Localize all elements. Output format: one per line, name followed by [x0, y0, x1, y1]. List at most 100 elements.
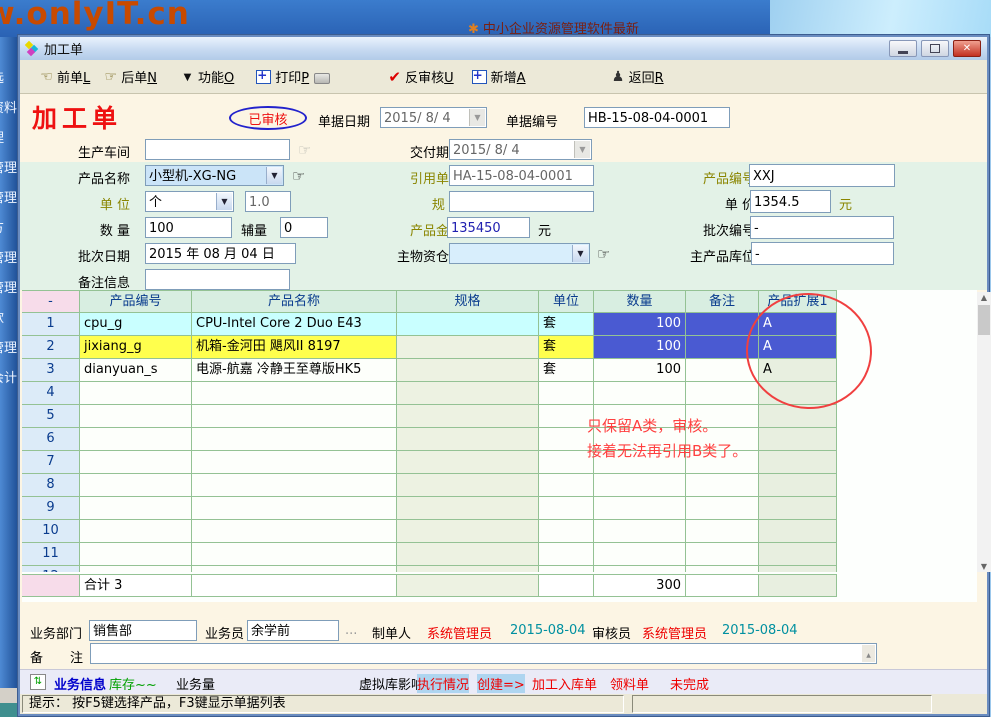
- chevron-down-icon[interactable]: ▼: [574, 141, 590, 158]
- cell-unit[interactable]: [539, 474, 594, 497]
- cell-qty[interactable]: [594, 520, 686, 543]
- cell-note[interactable]: [686, 520, 759, 543]
- spec-input[interactable]: [449, 191, 594, 212]
- cell-code[interactable]: dianyuan_s: [80, 359, 192, 382]
- cell-name[interactable]: [192, 520, 397, 543]
- cell-name[interactable]: [192, 382, 397, 405]
- print-button[interactable]: 打印P: [256, 67, 330, 86]
- return-button[interactable]: 返回R: [612, 67, 664, 86]
- add-button[interactable]: 新增A: [472, 67, 526, 86]
- cell-name[interactable]: [192, 428, 397, 451]
- scroll-down-icon[interactable]: ▼: [977, 562, 991, 571]
- cell-code[interactable]: [80, 451, 192, 474]
- cell-spec[interactable]: [397, 405, 539, 428]
- cell-unit[interactable]: [539, 566, 594, 572]
- table-row[interactable]: 3dianyuan_s电源-航嘉 冷静王至尊版HK5套100A: [22, 359, 838, 382]
- cell-ext[interactable]: [759, 474, 837, 497]
- table-row[interactable]: 12: [22, 566, 838, 572]
- dept-input[interactable]: 销售部: [89, 620, 197, 641]
- biz-volume-tab[interactable]: 业务量: [176, 674, 215, 693]
- column-header-code[interactable]: 产品编号: [80, 290, 192, 313]
- unaudit-button[interactable]: 反审核U: [388, 67, 454, 86]
- window-titlebar[interactable]: 加工单 ✕: [20, 37, 987, 60]
- cell-num[interactable]: 8: [22, 474, 80, 497]
- cell-code[interactable]: [80, 497, 192, 520]
- cell-name[interactable]: 机箱-金河田 飓风II 8197: [192, 336, 397, 359]
- cell-qty[interactable]: [594, 497, 686, 520]
- function-button[interactable]: 功能O: [181, 67, 234, 86]
- cell-note[interactable]: [686, 382, 759, 405]
- cell-spec[interactable]: [397, 336, 539, 359]
- cell-name[interactable]: 电源-航嘉 冷静王至尊版HK5: [192, 359, 397, 382]
- scroll-up-icon[interactable]: ▲: [977, 293, 991, 302]
- price-input[interactable]: 1354.5: [750, 190, 831, 213]
- column-header-qty[interactable]: 数量: [594, 290, 686, 313]
- cell-spec[interactable]: [397, 313, 539, 336]
- product-code-input[interactable]: XXJ: [749, 164, 895, 187]
- chevron-down-icon[interactable]: ▼: [266, 167, 282, 184]
- cell-spec[interactable]: [397, 359, 539, 382]
- cell-ext[interactable]: [759, 566, 837, 572]
- inbound-order-link[interactable]: 加工入库单: [532, 674, 597, 693]
- cell-num[interactable]: 10: [22, 520, 80, 543]
- cell-code[interactable]: [80, 382, 192, 405]
- unit-factor-input[interactable]: 1.0: [245, 191, 291, 212]
- cell-spec[interactable]: [397, 474, 539, 497]
- cell-code[interactable]: [80, 566, 192, 572]
- column-header-note[interactable]: 备注: [686, 290, 759, 313]
- chevron-down-icon[interactable]: ▼: [216, 193, 232, 210]
- close-button[interactable]: ✕: [953, 40, 981, 57]
- cell-unit[interactable]: [539, 451, 594, 474]
- cell-spec[interactable]: [397, 497, 539, 520]
- cell-num[interactable]: 1: [22, 313, 80, 336]
- cell-code[interactable]: jixiang_g: [80, 336, 192, 359]
- cell-unit[interactable]: [539, 497, 594, 520]
- cell-unit[interactable]: [539, 543, 594, 566]
- cell-unit[interactable]: [539, 382, 594, 405]
- create-link[interactable]: 创建=>: [477, 674, 525, 693]
- cell-spec[interactable]: [397, 566, 539, 572]
- cell-qty[interactable]: 100: [594, 336, 686, 359]
- minimize-button[interactable]: [889, 40, 917, 57]
- cell-unit[interactable]: [539, 428, 594, 451]
- amount-input[interactable]: 135450: [447, 217, 530, 238]
- cell-note[interactable]: [686, 497, 759, 520]
- cell-name[interactable]: [192, 543, 397, 566]
- material-order-link[interactable]: 领料单: [610, 674, 649, 693]
- stock-tab[interactable]: 库存~~: [109, 674, 157, 693]
- aux-qty-input[interactable]: 0: [280, 217, 328, 238]
- prev-doc-button[interactable]: 前单L: [40, 67, 90, 86]
- cell-qty[interactable]: [594, 543, 686, 566]
- cell-ext[interactable]: [759, 451, 837, 474]
- note-spinner[interactable]: ▲▼: [862, 645, 875, 662]
- cell-ext[interactable]: [759, 405, 837, 428]
- deadline-dropdown[interactable]: 2015/ 8/ 4▼: [449, 139, 592, 160]
- cell-num[interactable]: 9: [22, 497, 80, 520]
- column-header-unit[interactable]: 单位: [539, 290, 594, 313]
- cell-qty[interactable]: [594, 474, 686, 497]
- unit-dropdown[interactable]: 个▼: [145, 191, 234, 212]
- cell-unit[interactable]: 套: [539, 336, 594, 359]
- table-row[interactable]: 11: [22, 543, 838, 566]
- workshop-input[interactable]: [145, 139, 290, 160]
- cell-name[interactable]: CPU-Intel Core 2 Duo E43: [192, 313, 397, 336]
- chevron-down-icon[interactable]: ▼: [469, 109, 485, 126]
- cell-ext[interactable]: [759, 428, 837, 451]
- cell-spec[interactable]: [397, 451, 539, 474]
- cell-unit[interactable]: 套: [539, 313, 594, 336]
- table-row[interactable]: 8: [22, 474, 838, 497]
- cell-num[interactable]: 5: [22, 405, 80, 428]
- cell-qty[interactable]: [594, 382, 686, 405]
- main-warehouse-dropdown[interactable]: ▼: [449, 243, 590, 264]
- batch-date-input[interactable]: 2015 年 08 月 04 日: [145, 243, 296, 264]
- cell-name[interactable]: [192, 566, 397, 572]
- column-header-name[interactable]: 产品名称: [192, 290, 397, 313]
- cell-num[interactable]: 12: [22, 566, 80, 572]
- cell-num[interactable]: 2: [22, 336, 80, 359]
- table-row[interactable]: 2jixiang_g机箱-金河田 飓风II 8197套100A: [22, 336, 838, 359]
- cell-num[interactable]: 3: [22, 359, 80, 382]
- cell-spec[interactable]: [397, 428, 539, 451]
- biz-info-tab[interactable]: 业务信息: [54, 674, 106, 693]
- cell-unit[interactable]: [539, 520, 594, 543]
- cell-ext[interactable]: [759, 520, 837, 543]
